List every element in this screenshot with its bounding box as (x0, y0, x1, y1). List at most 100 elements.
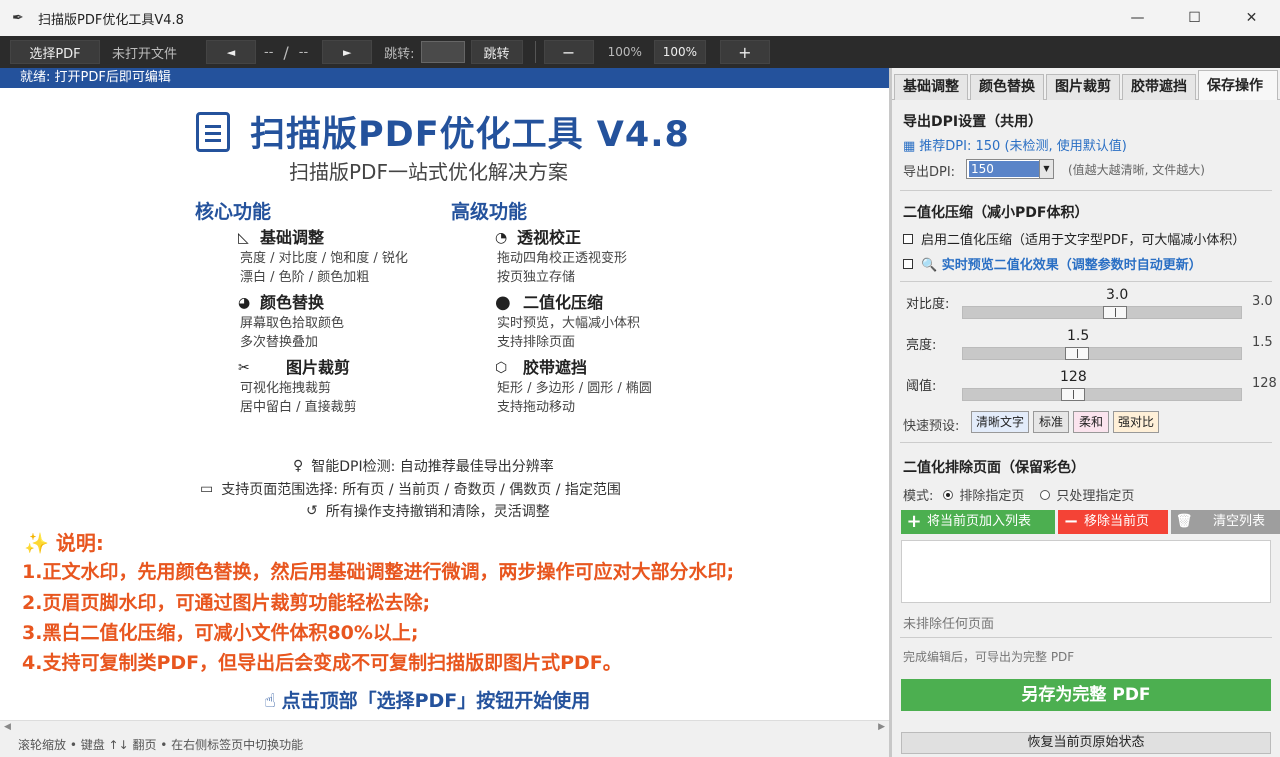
zoom-level: 100% (607, 45, 642, 59)
feature-desc: 按页独立存储 (497, 270, 576, 285)
dpi-label: 导出DPI: (903, 165, 956, 180)
zoom-out-button[interactable]: − (543, 40, 594, 64)
notes-heading: ✨ 说明: (24, 531, 104, 555)
info-text: 支持页面范围选择: 所有页 / 当前页 / 奇数页 / 偶数页 / 指定范围 (221, 482, 621, 498)
tab-crop[interactable]: 图片裁剪 (1046, 74, 1120, 100)
mode-exclude-radio[interactable]: 排除指定页 (943, 485, 1024, 504)
scroll-left-icon[interactable]: ◀ (4, 722, 11, 732)
mode-only-radio[interactable]: 只处理指定页 (1040, 485, 1134, 504)
feature-desc: 居中留白 / 直接裁剪 (240, 400, 357, 415)
select-pdf-button[interactable]: 选择PDF (10, 40, 100, 64)
preset-standard[interactable]: 标准 (1033, 411, 1069, 433)
feature-title: 颜色替换 (260, 293, 325, 312)
minimize-button[interactable]: — (1109, 0, 1166, 36)
jump-page-input[interactable] (420, 41, 465, 63)
info-text: 所有操作支持撤销和清除，灵活调整 (325, 504, 550, 520)
toolbar: 选择PDF 未打开文件 ◄ -- / -- ► 跳转: 跳转 − 100% 10… (0, 36, 1280, 68)
next-page-button[interactable]: ► (322, 40, 373, 64)
feature-perspective: ◔ 透视校正 拖动四角校正透视变形 按页独立存储 (495, 227, 627, 287)
folder-icon: ▭ (200, 481, 214, 497)
brightness-slider[interactable] (962, 347, 1242, 360)
radio-dot[interactable] (943, 489, 954, 500)
pointer-hand-icon: ☝ (264, 690, 276, 712)
button-label: 将当前页加入列表 (927, 514, 1032, 529)
threshold-end-value: 128 (1252, 376, 1277, 391)
binarize-preview-checkbox[interactable]: 🔍 实时预览二值化效果（调整参数时自动更新） (903, 254, 1202, 273)
export-hint: 完成编辑后，可导出为完整 PDF (903, 650, 1075, 664)
tab-bar: 基础调整 颜色替换 图片裁剪 胶带遮挡 保存操作 (892, 68, 1280, 100)
minus-icon: − (1063, 511, 1079, 532)
close-button[interactable]: ✕ (1223, 0, 1280, 36)
threshold-slider[interactable] (962, 388, 1242, 401)
brightness-value: 1.5 (1067, 328, 1090, 344)
zoom-in-button[interactable]: + (719, 40, 770, 64)
binarize-section-title: 二值化压缩（减小PDF体积） (903, 205, 1089, 221)
tab-tape[interactable]: 胶带遮挡 (1122, 74, 1196, 100)
exclude-status: 未排除任何页面 (903, 617, 995, 632)
feature-desc: 矩形 / 多边形 / 圆形 / 椭圆 (497, 381, 652, 396)
feature-desc: 可视化拖拽裁剪 (240, 381, 332, 396)
plus-icon: + (906, 511, 922, 532)
feature-title: 基础调整 (260, 228, 325, 247)
radio-dot[interactable] (1040, 489, 1051, 500)
feature-desc: 支持排除页面 (497, 335, 576, 350)
brightness-end-value: 1.5 (1252, 335, 1273, 350)
undo-icon: ↺ (306, 503, 318, 519)
contrast-slider[interactable] (962, 306, 1242, 319)
toolbar-divider (534, 41, 536, 63)
tab-save[interactable]: 保存操作 (1198, 70, 1278, 100)
save-as-pdf-button[interactable]: 另存为完整 PDF (901, 679, 1271, 711)
slider-thumb[interactable] (1103, 306, 1127, 319)
restore-page-button[interactable]: 恢复当前页原始状态 (901, 732, 1271, 754)
preset-high-contrast[interactable]: 强对比 (1113, 411, 1159, 433)
feature-desc: 拖动四角校正透视变形 (497, 251, 628, 266)
circle-icon: ● (495, 292, 511, 313)
app-heading: 扫描版PDF优化工具 V4.8 (250, 115, 690, 155)
remove-page-button[interactable]: − 移除当前页 (1058, 510, 1168, 534)
dpi-value: 150 (969, 161, 1039, 177)
welcome-title: 扫描版PDF优化工具 V4.8 (196, 106, 690, 157)
maximize-button[interactable]: ☐ (1166, 0, 1223, 36)
contrast-label: 对比度: (906, 297, 950, 312)
zoom-reset-button[interactable]: 100% (653, 40, 706, 64)
info-undo: ↺ 所有操作支持撤销和清除，灵活调整 (306, 501, 550, 521)
add-page-button[interactable]: + 将当前页加入列表 (901, 510, 1055, 534)
radio-label: 排除指定页 (959, 489, 1025, 504)
tab-basic[interactable]: 基础调整 (894, 74, 968, 100)
preset-soft[interactable]: 柔和 (1073, 411, 1109, 433)
clear-list-button[interactable]: 🗑 清空列表 (1171, 510, 1280, 534)
note-1: 1.正文水印，先用颜色替换，然后用基础调整进行微调，两步操作可应对大部分水印; (22, 561, 735, 583)
scroll-right-icon[interactable]: ▶ (878, 722, 885, 732)
cta-hint: ☝ 点击顶部「选择PDF」按钮开始使用 (264, 686, 590, 713)
slider-thumb[interactable] (1065, 347, 1089, 360)
excluded-pages-list[interactable] (901, 540, 1271, 603)
feature-desc: 亮度 / 对比度 / 饱和度 / 锐化 (240, 251, 408, 266)
preset-label: 快速预设: (903, 419, 960, 434)
dpi-recommend: ▦ 推荐DPI: 150 (未检测, 使用默认值) (903, 135, 1127, 154)
divider (900, 637, 1272, 638)
feather-icon: ✒ (12, 10, 24, 26)
button-label: 清空列表 (1213, 514, 1266, 529)
jump-label: 跳转: (384, 46, 415, 62)
slider-thumb[interactable] (1061, 388, 1085, 401)
window-controls: — ☐ ✕ (1109, 0, 1280, 36)
threshold-value: 128 (1060, 369, 1087, 385)
checkbox-box[interactable] (903, 233, 913, 244)
dpi-select[interactable]: 150 ▼ (966, 159, 1054, 179)
feature-title: 胶带遮挡 (523, 358, 588, 377)
window-title: 扫描版PDF优化工具V4.8 (38, 12, 184, 28)
exclude-section-title: 二值化排除页面（保留彩色） (903, 460, 1085, 476)
horizontal-scrollbar[interactable]: ◀ ▶ (0, 720, 889, 734)
contrast-value: 3.0 (1106, 287, 1129, 303)
chevron-down-icon[interactable]: ▼ (1039, 160, 1053, 178)
jump-button[interactable]: 跳转 (470, 40, 523, 64)
prev-page-button[interactable]: ◄ (206, 40, 256, 64)
feature-title: 透视校正 (517, 228, 582, 247)
radio-label: 只处理指定页 (1056, 489, 1135, 504)
feature-basic-adjust: ◺ 基础调整 亮度 / 对比度 / 饱和度 / 锐化 漂白 / 色阶 / 颜色加粗 (238, 227, 408, 287)
tab-color[interactable]: 颜色替换 (970, 74, 1044, 100)
binarize-enable-checkbox[interactable]: 启用二值化压缩（适用于文字型PDF，可大幅减小体积） (903, 229, 1245, 248)
preset-clear-text[interactable]: 清晰文字 (971, 411, 1029, 433)
palette-icon: ◕ (238, 295, 251, 311)
checkbox-box[interactable] (903, 258, 913, 269)
